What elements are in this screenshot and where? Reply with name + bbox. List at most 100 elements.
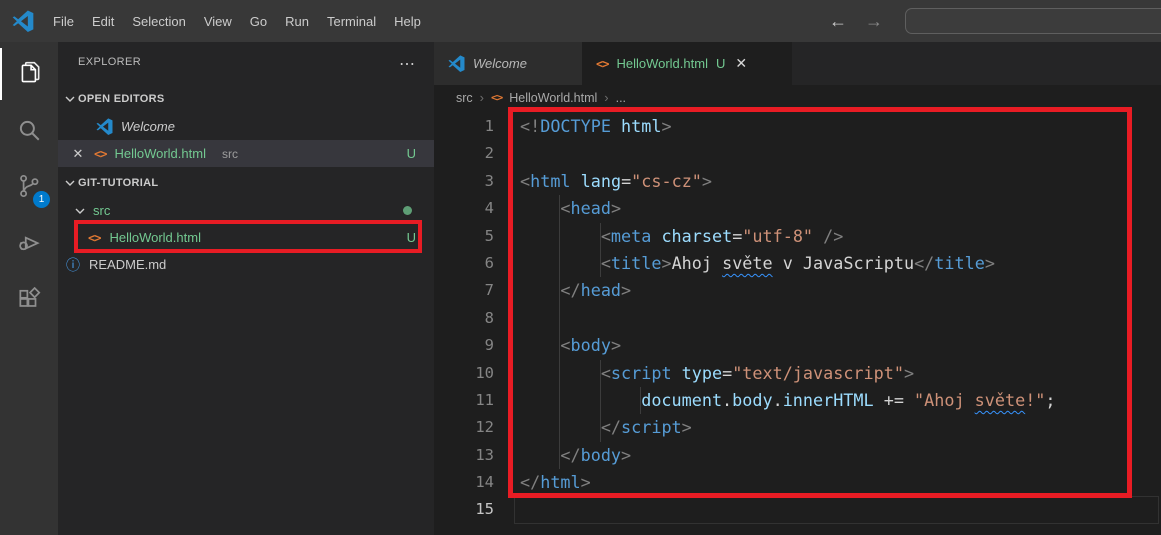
code-line-1[interactable]: 1 <!DOCTYPE html> xyxy=(434,113,1161,140)
line-number: 3 xyxy=(484,171,494,190)
run-debug-icon[interactable] xyxy=(0,216,58,268)
folder-src[interactable]: src xyxy=(58,197,434,224)
menu-edit[interactable]: Edit xyxy=(83,9,123,34)
token-var: body xyxy=(732,389,773,410)
token-text: . xyxy=(772,389,783,410)
code-line-13[interactable]: 13 </body> xyxy=(434,441,1161,470)
tab-helloworld[interactable]: <> HelloWorld.html U ✕ xyxy=(582,42,792,85)
menu-file[interactable]: File xyxy=(44,9,83,34)
code-editor[interactable]: 1 <!DOCTYPE html> 2 3 <html lang="cs-cz"> 4 <h… xyxy=(434,110,1161,535)
code-line-2[interactable]: 2 xyxy=(434,140,1161,167)
code-text: <script type="text/javascript"> xyxy=(520,359,915,387)
open-editors-section[interactable]: OPEN EDITORS xyxy=(58,88,434,110)
explorer-icon[interactable] xyxy=(0,48,58,100)
file-helloworld-label: HelloWorld.html xyxy=(109,230,201,245)
menu-run[interactable]: Run xyxy=(276,9,318,34)
code-line-5[interactable]: 5 <meta charset="utf-8" /> xyxy=(434,222,1161,250)
tab-helloworld-label: HelloWorld.html xyxy=(616,56,708,71)
workbench: 1 EXPLORER ⋯ OPEN EDITORS Welcome ✕ <> H… xyxy=(0,42,1161,535)
token-text: v JavaScriptu xyxy=(772,252,915,273)
menu-terminal[interactable]: Terminal xyxy=(318,9,385,34)
indent-guide xyxy=(520,441,561,470)
chevron-down-icon xyxy=(65,180,75,186)
token-attr: type xyxy=(681,362,723,383)
code-text xyxy=(520,304,561,333)
more-actions-icon[interactable]: ⋯ xyxy=(399,54,416,74)
html-file-icon: <> xyxy=(491,91,503,104)
code-line-7[interactable]: 7 </head> xyxy=(434,277,1161,305)
chevron-down-icon xyxy=(65,96,75,102)
breadcrumb-src[interactable]: src xyxy=(456,91,473,105)
token-text: = xyxy=(732,225,743,246)
token-p: > xyxy=(661,116,672,136)
line-number: 11 xyxy=(475,390,494,409)
menu-help[interactable]: Help xyxy=(385,9,430,34)
token-str: "utf-8" xyxy=(742,225,814,246)
indent-guide xyxy=(520,222,561,250)
extensions-icon[interactable] xyxy=(0,274,58,326)
scm-badge: 1 xyxy=(33,191,50,208)
search-icon[interactable] xyxy=(0,104,58,156)
token-text: += xyxy=(873,389,915,410)
close-icon[interactable]: ✕ xyxy=(70,146,86,162)
editor-group: Welcome <> HelloWorld.html U ✕ src › <> … xyxy=(434,42,1161,535)
code-line-11[interactable]: 11 document.body.innerHTML += "Ahoj světe… xyxy=(434,386,1161,415)
forward-arrow-icon[interactable]: → xyxy=(865,11,883,32)
code-line-4[interactable]: 4 <head> xyxy=(434,195,1161,223)
tab-welcome[interactable]: Welcome xyxy=(434,42,582,85)
token-text: světe xyxy=(722,252,773,273)
source-control-icon[interactable]: 1 xyxy=(0,160,58,212)
indent-guide xyxy=(520,359,561,387)
token-text: . xyxy=(722,389,733,410)
command-center-search[interactable] xyxy=(905,8,1161,34)
code-text: <title>Ahoj světe v JavaScriptu</title> xyxy=(520,249,995,278)
project-section-label: GIT-TUTORIAL xyxy=(78,177,159,189)
explorer-sidebar: EXPLORER ⋯ OPEN EDITORS Welcome ✕ <> Hel… xyxy=(58,42,434,535)
folder-src-label: src xyxy=(93,203,111,218)
indent-guide xyxy=(560,249,601,278)
indent-guide xyxy=(520,332,561,360)
vscode-logo-icon xyxy=(12,10,34,32)
token-text: = xyxy=(722,362,733,383)
git-status-badge: U xyxy=(406,230,416,245)
open-editor-welcome[interactable]: Welcome xyxy=(58,113,434,140)
line-number: 4 xyxy=(484,199,494,218)
token-p: > xyxy=(621,444,632,465)
html-file-icon: <> xyxy=(88,230,101,245)
token-p: > xyxy=(681,417,692,438)
extensions-squares-icon xyxy=(19,287,41,307)
menu-go[interactable]: Go xyxy=(241,9,276,34)
breadcrumb-file[interactable]: HelloWorld.html xyxy=(509,91,597,105)
token-p: > xyxy=(984,252,995,273)
project-section[interactable]: GIT-TUTORIAL xyxy=(58,172,434,194)
code-line-9[interactable]: 9 <body> xyxy=(434,332,1161,360)
menu-selection[interactable]: Selection xyxy=(123,9,194,34)
token-attr: html xyxy=(610,116,662,136)
open-editor-helloworld[interactable]: ✕ <> HelloWorld.html src U xyxy=(58,140,434,167)
code-line-12[interactable]: 12 </script> xyxy=(434,414,1161,442)
token-str: světe xyxy=(974,389,1026,410)
folder-modified-dot xyxy=(403,206,412,215)
current-line-highlight xyxy=(514,496,1159,524)
breadcrumb-symbol[interactable]: ... xyxy=(616,91,626,105)
token-attr: lang xyxy=(580,170,622,191)
code-line-6[interactable]: 6 <title>Ahoj světe v JavaScriptu</title> xyxy=(434,249,1161,278)
code-text: document.body.innerHTML += "Ahoj světe!"… xyxy=(520,386,1056,415)
code-line-8[interactable]: 8 xyxy=(434,304,1161,333)
close-icon[interactable]: ✕ xyxy=(735,55,747,72)
token-str: !" xyxy=(1025,389,1046,410)
back-arrow-icon[interactable]: ← xyxy=(829,11,847,32)
code-line-14[interactable]: 14 </html> xyxy=(434,469,1161,496)
indent-guide xyxy=(560,359,601,387)
code-line-3[interactable]: 3 <html lang="cs-cz"> xyxy=(434,168,1161,195)
token-str: "Ahoj xyxy=(914,389,975,410)
file-helloworld[interactable]: <> HelloWorld.html U xyxy=(58,224,434,251)
open-editor-file-detail: src xyxy=(221,146,238,161)
menu-view[interactable]: View xyxy=(195,9,241,34)
token-p: < xyxy=(560,335,571,356)
code-line-10[interactable]: 10 <script type="text/javascript"> xyxy=(434,359,1161,387)
file-readme[interactable]: ⓘ README.md xyxy=(58,251,434,278)
code-text: <meta charset="utf-8" /> xyxy=(520,222,843,250)
token-p: > xyxy=(903,362,915,383)
